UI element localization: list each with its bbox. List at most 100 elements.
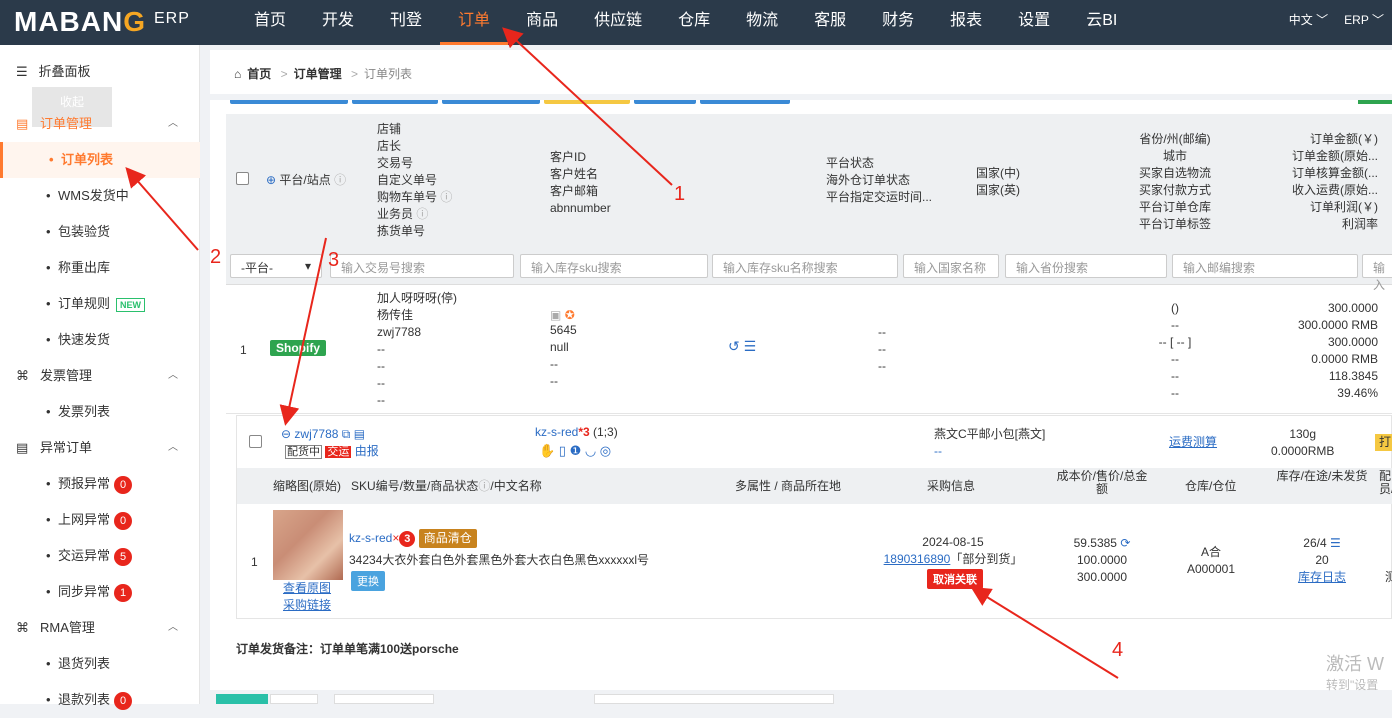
tab-3[interactable] [442, 100, 540, 104]
nav-warehouse[interactable]: 仓库 [660, 0, 728, 45]
list-icon[interactable]: ☰ [1330, 536, 1341, 550]
print-button[interactable]: 打 [1375, 434, 1392, 451]
purchase-no-link[interactable]: 1890316890 [884, 552, 951, 566]
trade-no-input[interactable]: 输入交易号搜索 [330, 254, 514, 278]
grid-icon: ⌘ [16, 620, 29, 635]
chevron-down-icon: ﹀ [1316, 13, 1329, 27]
chevron-down-icon: ▾ [304, 259, 311, 273]
tab-4[interactable] [544, 100, 630, 104]
sidebar-item-forecast-exception[interactable]: 预报异常0 [0, 466, 200, 502]
grid-icon: ⌘ [16, 368, 29, 383]
zip-input[interactable]: 输入邮编搜索 [1172, 254, 1358, 278]
sku-name-input[interactable]: 输入库存sku名称搜索 [712, 254, 898, 278]
customer-cell: ▣ ✪ 5645 null -- -- [550, 308, 577, 388]
nav-home[interactable]: 首页 [236, 0, 304, 45]
country-input[interactable]: 输入国家名称 [903, 254, 999, 278]
unlink-button[interactable]: 取消关联 [927, 569, 983, 589]
sidebar-group-exceptions[interactable]: ▤ 异常订单 ︿ [0, 430, 200, 466]
sidebar-group-invoice[interactable]: ⌘ 发票管理 ︿ [0, 358, 200, 394]
sidebar-item-wms[interactable]: WMS发货中 [0, 178, 200, 214]
platform-header: ⊕ 平台/站点 ⓘ [266, 173, 347, 187]
sidebar-item-return-list[interactable]: 退货列表 [0, 646, 200, 682]
nav-finance[interactable]: 财务 [864, 0, 932, 45]
freight-calc-link[interactable]: 运费测算 [1169, 434, 1217, 451]
nav-supply[interactable]: 供应链 [576, 0, 660, 45]
tab-2[interactable] [352, 100, 438, 104]
purchase-link[interactable]: 采购链接 [283, 597, 331, 614]
status-cell: -- -- -- [878, 325, 886, 373]
logo[interactable]: MABANG ERP [14, 6, 190, 38]
sidebar-item-online-exception[interactable]: 上网异常0 [0, 502, 200, 538]
page-size-select[interactable] [334, 694, 434, 704]
sidebar-item-invoice-list[interactable]: 发票列表 [0, 394, 200, 430]
annotation-1: 1 [674, 183, 686, 205]
sidebar-item-weigh-out[interactable]: 称重出库 [0, 250, 200, 286]
nav-service[interactable]: 客服 [796, 0, 864, 45]
tab-5[interactable] [634, 100, 696, 104]
card-icon[interactable]: ▤ [354, 427, 365, 441]
history-icon[interactable]: ↺ ☰ [728, 338, 756, 355]
breadcrumb-home[interactable]: 首页 [247, 67, 271, 81]
view-image-link[interactable]: 查看原图 [283, 580, 331, 597]
tab-6[interactable] [700, 100, 790, 104]
change-button[interactable]: 更换 [351, 571, 385, 591]
breadcrumb-current: 订单列表 [364, 67, 413, 81]
page-button-active[interactable] [216, 694, 268, 704]
sidebar-group-rma[interactable]: ⌘ RMA管理 ︿ [0, 610, 200, 646]
fold-panel-button[interactable]: ☰ 折叠面板 [16, 61, 91, 80]
contact-icon[interactable]: ▣ [550, 308, 561, 322]
nav-reports[interactable]: 报表 [932, 0, 1000, 45]
sidebar-item-order-rules[interactable]: 订单规则NEW [0, 286, 200, 322]
tab-1[interactable] [230, 100, 348, 104]
language-dropdown[interactable]: 中文 ﹀ [1281, 0, 1336, 45]
main-content: ⊕ 平台/站点 ⓘ 店铺 店长 交易号 自定义单号 购物车单号 ⓘ 业务员 ⓘ 拣货单号 客… [210, 100, 1392, 690]
product-name: 34234大衣外套白色外套黑色外套大衣白色黑色xxxxxxl号 [349, 553, 650, 567]
report-link[interactable]: 由报 [355, 444, 379, 458]
page-numbers[interactable] [594, 694, 834, 704]
province-input[interactable]: 输入省份搜索 [1005, 254, 1167, 278]
purchase-info: 2024-08-15 1890316890「部分到货」 [883, 535, 1023, 566]
weight: 130g 0.0000RMB [1271, 427, 1335, 458]
sidebar-group-orders[interactable]: ▤ 订单管理 ︿ [0, 106, 200, 142]
product-thumbnail[interactable] [273, 510, 343, 580]
refresh-icon[interactable]: ⟳ [1120, 536, 1130, 550]
info-icon: ⓘ [334, 173, 347, 187]
page-button[interactable] [270, 694, 318, 704]
minus-circle-icon[interactable]: ⊖ [281, 427, 291, 441]
sku-input[interactable]: 输入库存sku搜索 [520, 254, 708, 278]
pagination-bar [210, 690, 1392, 704]
breadcrumb: ⌂ 首页 > 订单管理 > 订单列表 [210, 50, 1392, 94]
sidebar-item-pack-check[interactable]: 包装验货 [0, 214, 200, 250]
nav-products[interactable]: 商品 [508, 0, 576, 45]
nav-develop[interactable]: 开发 [304, 0, 372, 45]
price-cell: 59.5385 ⟳ 100.0000 300.0000 [1073, 536, 1131, 584]
package-checkbox[interactable] [249, 435, 262, 448]
platform-select[interactable]: -平台- ▾ [230, 254, 322, 278]
annotation-4: 4 [1112, 639, 1124, 661]
package-action-icons[interactable]: ✋ ▯ ❶ ◡ ◎ [539, 442, 611, 459]
green-action-tab[interactable] [1358, 100, 1392, 104]
sidebar-item-sync-exception[interactable]: 同步异常1 [0, 574, 200, 610]
sidebar-item-refund-list[interactable]: 退款列表0 [0, 682, 200, 718]
customer-header: 客户ID 客户姓名 客户邮箱 abnnumber [550, 150, 611, 215]
sidebar-item-order-list[interactable]: 订单列表 [0, 142, 200, 178]
nav-settings[interactable]: 设置 [1000, 0, 1068, 45]
sidebar-item-quick-ship[interactable]: 快速发货 [0, 322, 200, 358]
select-all-checkbox[interactable] [236, 172, 249, 185]
nav-orders[interactable]: 订单 [440, 0, 509, 45]
sidebar-item-ship-exception[interactable]: 交运异常5 [0, 538, 200, 574]
chevron-up-icon: ︿ [168, 118, 178, 129]
breadcrumb-orders[interactable]: 订单管理 [294, 67, 342, 81]
count-badge: 1 [114, 584, 133, 602]
nav-cloud-bi[interactable]: 云BI [1068, 0, 1135, 45]
table-header: ⊕ 平台/站点 ⓘ 店铺 店长 交易号 自定义单号 购物车单号 ⓘ 业务员 ⓘ 拣货单号 客… [226, 114, 1392, 292]
nav-listing[interactable]: 刊登 [372, 0, 440, 45]
erp-dropdown[interactable]: ERP ﹀ [1336, 0, 1392, 45]
main-nav: 首页 开发 刊登 订单 商品 供应链 仓库 物流 客服 财务 报表 设置 云BI [236, 0, 1135, 45]
stock-cell: 26/4 ☰ 20 库存日志 [1275, 535, 1369, 586]
nav-logistics[interactable]: 物流 [728, 0, 796, 45]
copy-icon[interactable]: ⧉ [342, 427, 351, 441]
stock-log-link[interactable]: 库存日志 [1275, 569, 1369, 586]
more-input[interactable]: 输入 [1362, 254, 1392, 292]
menu-icon: ☰ [16, 64, 28, 79]
